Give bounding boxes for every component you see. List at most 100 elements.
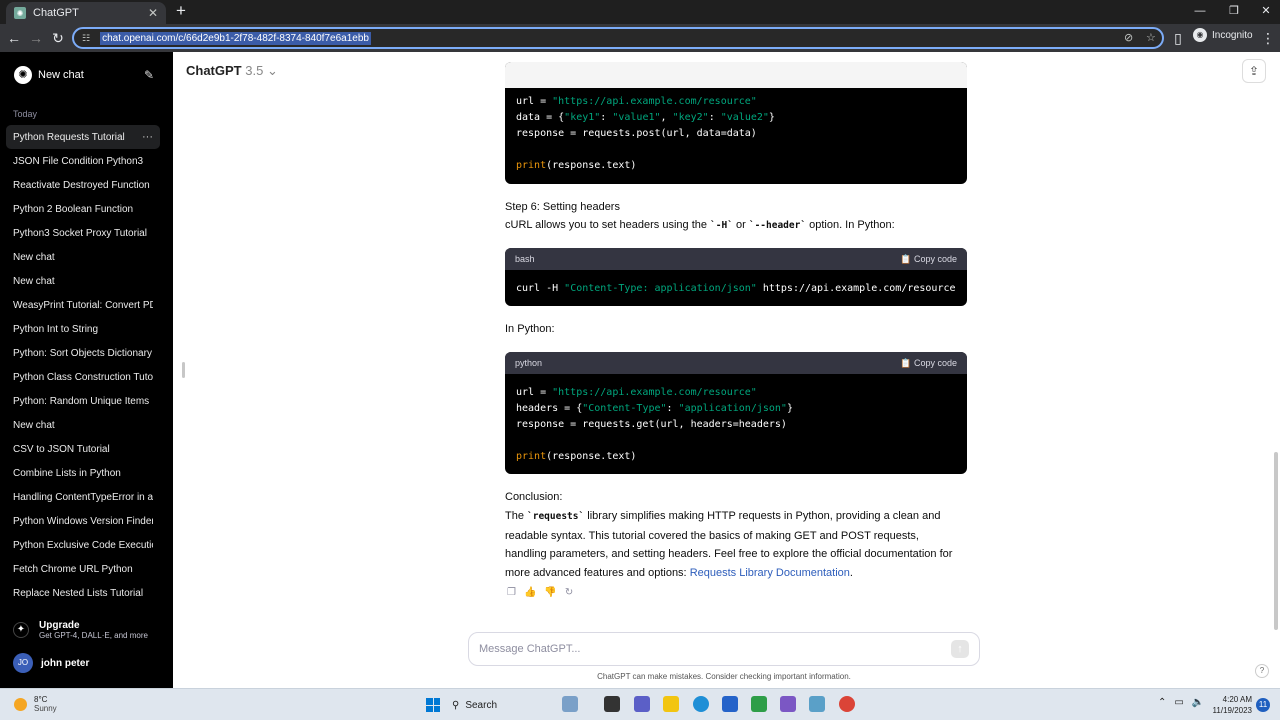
edit-icon[interactable]: ✎	[144, 68, 154, 82]
code-content[interactable]: url = "https://api.example.com/resource"…	[505, 88, 967, 184]
sidebar-resize-handle[interactable]	[182, 362, 185, 378]
code-content[interactable]: curl -H "Content-Type: application/json"…	[505, 270, 967, 306]
network-icon[interactable]: ▭	[1174, 697, 1183, 708]
excel-icon[interactable]	[751, 696, 767, 712]
file-explorer-icon[interactable]	[663, 696, 679, 712]
sidebar: ✺ New chat ✎ Today Python Requests Tutor…	[0, 52, 173, 688]
volume-icon[interactable]: 🔈	[1192, 697, 1204, 708]
step6-paragraph: cURL allows you to set headers using the…	[505, 219, 895, 231]
send-button[interactable]: ↑	[951, 640, 969, 658]
browser-menu-icon[interactable]: ⋮	[1258, 28, 1278, 48]
chat-item[interactable]: CSV to JSON Tutorial	[6, 437, 160, 461]
copy-code-button[interactable]: 📋 Copy code	[900, 358, 957, 369]
chat-item[interactable]: Reactivate Destroyed Function	[6, 173, 160, 197]
user-menu[interactable]: JO john peter	[13, 653, 89, 673]
chat-item[interactable]: Python Windows Version Finder	[6, 509, 160, 533]
close-tab-icon[interactable]: ✕	[148, 6, 158, 20]
browser-tab[interactable]: ✺ ChatGPT ✕	[6, 2, 166, 24]
forward-button[interactable]: →	[26, 28, 46, 48]
regenerate-icon[interactable]: ↻	[565, 587, 573, 598]
scrollbar[interactable]	[1274, 452, 1278, 630]
chat-item[interactable]: Python Int to String	[6, 317, 160, 341]
new-chat-label: New chat	[38, 69, 84, 81]
thumbs-down-icon[interactable]: 👎	[544, 587, 556, 598]
upgrade-title: Upgrade	[39, 620, 80, 631]
incognito-icon: ◉	[1193, 28, 1207, 42]
widgets-icon[interactable]	[562, 696, 578, 712]
chat-item[interactable]: Python Requests Tutorial ···	[6, 125, 160, 149]
new-chat-button[interactable]: ✺ New chat ✎	[6, 62, 162, 88]
chat-item[interactable]: JSON File Condition Python3	[6, 149, 160, 173]
model-selector[interactable]: ChatGPT 3.5 ⌄	[186, 63, 278, 79]
incognito-indicator[interactable]: ◉ Incognito	[1193, 28, 1253, 42]
code-block-python: python 📋 Copy code url = "https://api.ex…	[505, 352, 967, 474]
clock[interactable]: 4:20 AM 11/19/2023	[1212, 694, 1252, 716]
notification-badge[interactable]: 11	[1256, 698, 1270, 712]
search-label: Search	[465, 699, 498, 711]
in-python-label: In Python:	[505, 323, 555, 335]
edge-icon[interactable]	[693, 696, 709, 712]
chat-title: WeasyPrint Tutorial: Convert PDF	[13, 299, 153, 311]
chat-item[interactable]: WeasyPrint Tutorial: Convert PDF	[6, 293, 160, 317]
avatar: JO	[13, 653, 33, 673]
chrome-icon[interactable]	[839, 696, 855, 712]
conclusion-paragraph: The `requests` library simplifies making…	[505, 510, 953, 579]
windows-start-icon[interactable]	[426, 698, 440, 712]
conclusion-heading: Conclusion:	[505, 491, 563, 503]
code-language: bash	[515, 254, 535, 264]
photos-icon[interactable]	[809, 696, 825, 712]
bookmark-star-icon[interactable]: ☆	[1146, 31, 1156, 44]
chat-item[interactable]: Python Exclusive Code Execution	[6, 533, 160, 557]
chevron-down-icon: ⌄	[266, 63, 278, 78]
help-button[interactable]: ?	[1255, 664, 1269, 678]
site-info-icon[interactable]: ☷	[82, 33, 90, 44]
address-bar[interactable]: ☷ chat.openai.com/c/66d2e9b1-2f78-482f-8…	[72, 27, 1164, 49]
chat-item[interactable]: Python: Sort Objects Dictionary	[6, 341, 160, 365]
chat-item[interactable]: New chat	[6, 245, 160, 269]
chat-item[interactable]: Python: Random Unique Items	[6, 389, 160, 413]
weather-widget[interactable]: 8°C Sunny	[14, 695, 57, 713]
message-input[interactable]	[479, 643, 951, 655]
chat-item[interactable]: Replace Nested Lists Tutorial	[6, 581, 160, 605]
code-header-faded	[505, 62, 967, 88]
disclaimer-text: ChatGPT can make mistakes. Consider chec…	[597, 672, 851, 681]
requests-docs-link[interactable]: Requests Library Documentation	[690, 567, 850, 579]
chat-item[interactable]: Python3 Socket Proxy Tutorial	[6, 221, 160, 245]
taskbar-search[interactable]: ⚲ Search	[452, 695, 552, 715]
share-button[interactable]: ⇪	[1242, 59, 1266, 83]
chat-item[interactable]: New chat	[6, 413, 160, 437]
upgrade-button[interactable]: ✦ Upgrade Get GPT-4, DALL·E, and more	[13, 620, 148, 640]
chat-item[interactable]: Fetch Chrome URL Python	[6, 557, 160, 581]
chat-title: New chat	[13, 251, 55, 263]
task-view-icon[interactable]	[604, 696, 620, 712]
chat-item[interactable]: Handling ContentTypeError in async	[6, 485, 160, 509]
system-tray: ⌃ ▭ 🔈	[1158, 697, 1204, 708]
store-icon[interactable]	[722, 696, 738, 712]
thumbs-up-icon[interactable]: 👍	[524, 587, 536, 598]
chat-title: Reactivate Destroyed Function	[13, 179, 150, 191]
search-icon: ⚲	[452, 699, 460, 711]
minimize-button[interactable]: —	[1189, 2, 1211, 20]
chat-item[interactable]: Combine Lists in Python	[6, 461, 160, 485]
chat-title: Python3 Socket Proxy Tutorial	[13, 227, 147, 239]
vpn-icon[interactable]	[780, 696, 796, 712]
more-options-icon[interactable]: ···	[142, 131, 153, 143]
chat-item[interactable]: Python 2 Boolean Function	[6, 197, 160, 221]
close-window-button[interactable]: ✕	[1255, 2, 1277, 20]
maximize-button[interactable]: ❐	[1223, 2, 1245, 20]
chat-item[interactable]: Python Class Construction Tutorial	[6, 365, 160, 389]
browser-toolbar: ← → ↻ ☷ chat.openai.com/c/66d2e9b1-2f78-…	[0, 24, 1280, 52]
chat-item[interactable]: New chat	[6, 269, 160, 293]
teams-chat-icon[interactable]	[634, 696, 650, 712]
copy-icon[interactable]: ❐	[507, 587, 516, 598]
reload-button[interactable]: ↻	[48, 28, 68, 48]
chevron-up-icon[interactable]: ⌃	[1158, 697, 1166, 708]
code-content[interactable]: url = "https://api.example.com/resource"…	[505, 374, 967, 474]
sidepanel-icon[interactable]: ▯	[1168, 28, 1188, 48]
back-button[interactable]: ←	[4, 28, 24, 48]
url-text: chat.openai.com/c/66d2e9b1-2f78-482f-837…	[100, 31, 371, 45]
copy-code-button[interactable]: 📋 Copy code	[900, 254, 957, 265]
clipboard-icon: 📋	[900, 357, 912, 368]
new-tab-button[interactable]: +	[172, 2, 190, 20]
no-tracking-icon[interactable]: ⊘	[1124, 31, 1133, 44]
